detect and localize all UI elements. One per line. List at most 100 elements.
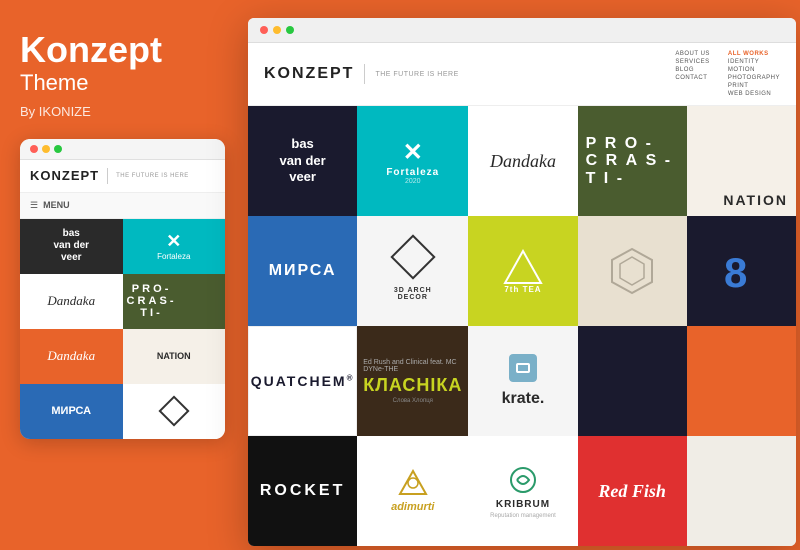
nav-contact[interactable]: CONTACT — [675, 75, 710, 81]
adimurti-text: adimurti — [391, 501, 434, 513]
cell-kribrum[interactable]: KRIBRUM Reputation management — [468, 436, 577, 546]
bas-text: basvan derveer — [279, 136, 325, 187]
cell-mirca[interactable]: МИРСА — [248, 216, 357, 326]
menu-icon: ☰ — [30, 200, 38, 211]
svg-text:8: 8 — [724, 249, 747, 295]
cell-klasnuka[interactable]: Ed Rush and Clinical feat. MC DYNe-THE К… — [357, 326, 468, 436]
mobile-mockup: KONZEPT THE FUTURE IS HERE ☰ Menu basvan… — [20, 139, 225, 439]
nav-col-2: All Works Identity Motion Photography Pr… — [728, 51, 780, 97]
cell-pro1[interactable]: P R O -C R A S -T I - — [578, 106, 687, 216]
nav-identity[interactable]: Identity — [728, 59, 780, 65]
browser-top-bar — [248, 18, 796, 43]
redfish-text: Red Fish — [598, 481, 666, 502]
red-dot — [30, 145, 38, 153]
cell-placeholder — [687, 436, 796, 546]
green-dot — [54, 145, 62, 153]
nav-allworks[interactable]: All Works — [728, 51, 780, 57]
mobile-pro-text: P R O -C R A S -T I - — [127, 283, 174, 319]
mobile-top-bar — [20, 139, 225, 160]
cell-rocket[interactable]: ROCKET — [248, 436, 357, 546]
hex-icon — [606, 245, 658, 297]
arch-box-icon — [390, 234, 435, 279]
browser-site-tagline: THE FUTURE IS HERE — [375, 71, 458, 78]
mobile-menu[interactable]: ☰ Menu — [20, 193, 225, 219]
tea-text: 7th TEA — [504, 285, 541, 294]
fortaleza-text: Fortaleza — [157, 252, 190, 261]
browser-site-header: KONZEPT THE FUTURE IS HERE ABOUT US SERV… — [248, 43, 796, 106]
yellow-dot — [42, 145, 50, 153]
browser-site-logo: KONZEPT — [264, 65, 354, 83]
tea-triangle-icon — [503, 249, 543, 285]
mobile-cell-dandara: Dandaka — [20, 274, 123, 329]
mobile-dandara-text: Dandaka — [47, 293, 95, 309]
mobile-cell-pro: P R O -C R A S -T I - — [123, 274, 226, 329]
mobile-cell-mirca: МИРСА — [20, 384, 123, 439]
nav-about[interactable]: ABOUT US — [675, 51, 710, 57]
fortaleza-year: 2020 — [405, 178, 421, 185]
fortaleza-x-icon: ✕ — [403, 138, 423, 167]
portfolio-grid: basvan derveer ✕ Fortaleza 2020 Dandaka … — [248, 106, 796, 546]
mobile-header: KONZEPT THE FUTURE IS HERE — [20, 160, 225, 193]
kribrum-icon — [507, 464, 539, 496]
mobile-header-divider — [107, 168, 108, 184]
pro-text: P R O -C R A S -T I - — [586, 135, 672, 188]
mobile-cell-nation: NATION — [123, 329, 226, 384]
mobile-fortaleza-logo: ✕ Fortaleza — [157, 231, 190, 261]
quatchem-icon: 8 — [720, 247, 762, 295]
mobile-script-text: Dandaka — [47, 348, 95, 364]
krate-icon — [509, 354, 537, 382]
nav-col-1: ABOUT US SERVICES BLOG CONTACT — [675, 51, 710, 97]
theme-title: Konzept — [20, 30, 225, 70]
browser-red-dot — [260, 26, 268, 34]
kribrum-sub: Reputation management — [490, 513, 556, 519]
theme-subtitle: Theme — [20, 70, 225, 96]
nav-webdesign[interactable]: Web Design — [728, 91, 780, 97]
menu-text: Menu — [43, 200, 70, 210]
browser-mockup: KONZEPT THE FUTURE IS HERE ABOUT US SERV… — [248, 18, 796, 546]
nav-photography[interactable]: Photography — [728, 75, 780, 81]
cell-arch[interactable]: 3D ARCHDECOR — [357, 216, 468, 326]
mobile-cell-bas: basvan derveer — [20, 219, 123, 274]
cell-fortaleza[interactable]: ✕ Fortaleza 2020 — [357, 106, 468, 216]
cell-dandara[interactable]: Dandaka — [468, 106, 577, 216]
mobile-nation-text: NATION — [157, 351, 191, 361]
mobile-cell-arch — [123, 384, 226, 439]
browser-nav: ABOUT US SERVICES BLOG CONTACT All Works… — [675, 51, 780, 97]
fortaleza-cross: ✕ — [166, 231, 181, 252]
cell-adimurti[interactable]: adimurti — [357, 436, 468, 546]
mobile-tagline: THE FUTURE IS HERE — [116, 173, 189, 179]
kribrum-text: KRIBRUM — [496, 499, 550, 510]
klasnuka-text: КЛАСНІКА — [363, 375, 462, 396]
cell-tea[interactable]: 7th TEA — [468, 216, 577, 326]
cell-empty1 — [578, 326, 687, 436]
cell-hex[interactable] — [578, 216, 687, 326]
mobile-mirca-text: МИРСА — [51, 405, 91, 417]
klasnuka-subtitle: Ed Rush and Clinical feat. MC DYNe-THE — [363, 359, 462, 373]
cell-empty2 — [687, 326, 796, 436]
nation-text: NATION — [723, 192, 788, 208]
cell-bas[interactable]: basvan derveer — [248, 106, 357, 216]
cell-krate[interactable]: krate. — [468, 326, 577, 436]
browser-header-divider — [364, 64, 365, 84]
browser-green-dot — [286, 26, 294, 34]
cell-nation[interactable]: NATION — [687, 106, 796, 216]
nav-blog[interactable]: BLOG — [675, 67, 710, 73]
klasnuka-detail: Слова Хлопця — [393, 398, 433, 404]
cell-redfish[interactable]: Red Fish — [578, 436, 687, 546]
cell-quatchem-text[interactable]: QUATCHEM® — [248, 326, 357, 436]
dandara-text: Dandaka — [490, 151, 556, 172]
mirca-text: МИРСА — [269, 262, 337, 280]
nav-print[interactable]: Print — [728, 83, 780, 89]
mobile-logo: KONZEPT — [30, 168, 99, 183]
theme-by: By IKONIZE — [20, 104, 225, 119]
mobile-cell-script: Dandaka — [20, 329, 123, 384]
arch-text: 3D ARCHDECOR — [394, 287, 432, 301]
mobile-arch-box — [158, 396, 189, 427]
cell-quatchem-symbol[interactable]: 8 — [687, 216, 796, 326]
mobile-grid: basvan derveer ✕ Fortaleza Dandaka P R O… — [20, 219, 225, 439]
krate-text: krate. — [502, 390, 545, 408]
portfolio-grid-scroll: basvan derveer ✕ Fortaleza 2020 Dandaka … — [248, 106, 796, 546]
nav-services[interactable]: SERVICES — [675, 59, 710, 65]
quatchem-label: QUATCHEM® — [251, 373, 355, 389]
nav-motion[interactable]: Motion — [728, 67, 780, 73]
